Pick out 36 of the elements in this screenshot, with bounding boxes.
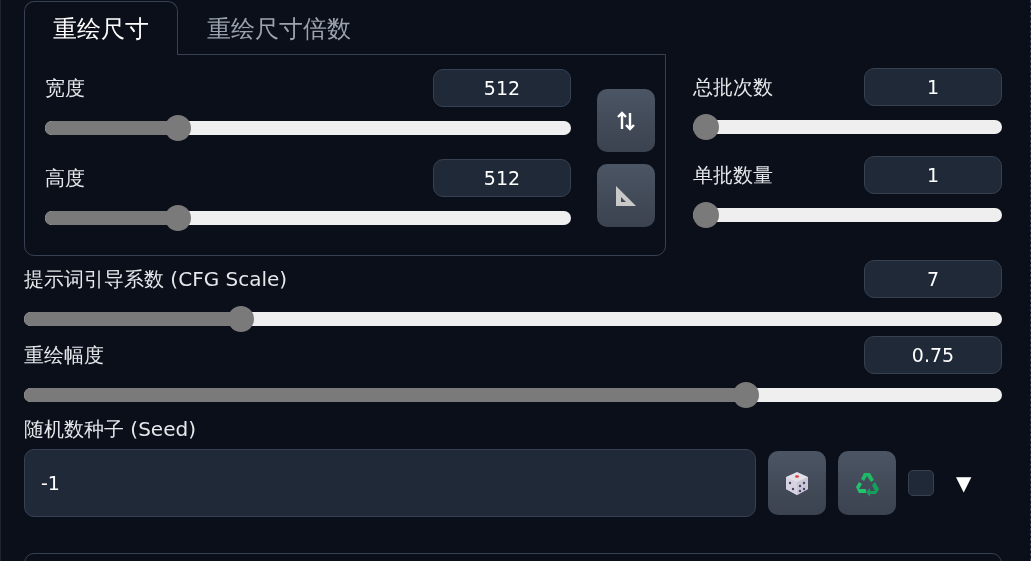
slider-label: 高度 bbox=[45, 164, 85, 192]
number-field[interactable]: 1 bbox=[864, 68, 1002, 106]
number-field[interactable]: 512 bbox=[433, 69, 571, 107]
seed-field[interactable]: -1 bbox=[24, 449, 756, 517]
slider[interactable] bbox=[693, 202, 1002, 228]
dice-icon bbox=[783, 469, 811, 497]
number-field[interactable]: 512 bbox=[433, 159, 571, 197]
aspect-ratio-button[interactable] bbox=[597, 164, 655, 227]
seed-label: 随机数种子 (Seed) bbox=[24, 416, 197, 443]
expand-toggle[interactable]: ▼ bbox=[956, 471, 972, 495]
slider-thumb[interactable] bbox=[733, 382, 760, 408]
slider[interactable] bbox=[24, 382, 1002, 408]
random-seed-button[interactable] bbox=[768, 451, 826, 515]
tab[interactable]: 重绘尺寸倍数 bbox=[178, 1, 380, 55]
number-field[interactable]: 1 bbox=[864, 156, 1002, 194]
swap-button[interactable] bbox=[597, 89, 655, 152]
slider-label: 单批数量 bbox=[693, 161, 773, 189]
slider-thumb[interactable] bbox=[165, 115, 191, 141]
slider-label: 总批次数 bbox=[693, 73, 773, 101]
slider[interactable] bbox=[693, 114, 1002, 140]
slider-thumb[interactable] bbox=[693, 114, 719, 140]
slider-label: 宽度 bbox=[45, 74, 85, 102]
slider-thumb[interactable] bbox=[693, 202, 719, 228]
checkbox[interactable] bbox=[908, 470, 934, 496]
slider-label: 提示词引导系数 (CFG Scale) bbox=[24, 265, 288, 293]
slider-thumb[interactable] bbox=[165, 205, 191, 231]
slider[interactable] bbox=[45, 115, 571, 141]
slider-thumb[interactable] bbox=[227, 306, 254, 332]
reuse-seed-button[interactable] bbox=[838, 451, 896, 515]
slider-label: 重绘幅度 bbox=[24, 341, 104, 369]
slider[interactable] bbox=[45, 205, 571, 231]
number-field[interactable]: 0.75 bbox=[864, 336, 1002, 374]
number-field[interactable]: 7 bbox=[864, 260, 1002, 298]
slider[interactable] bbox=[24, 306, 1002, 332]
swap-arrows-icon bbox=[615, 109, 637, 132]
tab[interactable]: 重绘尺寸 bbox=[24, 1, 178, 55]
